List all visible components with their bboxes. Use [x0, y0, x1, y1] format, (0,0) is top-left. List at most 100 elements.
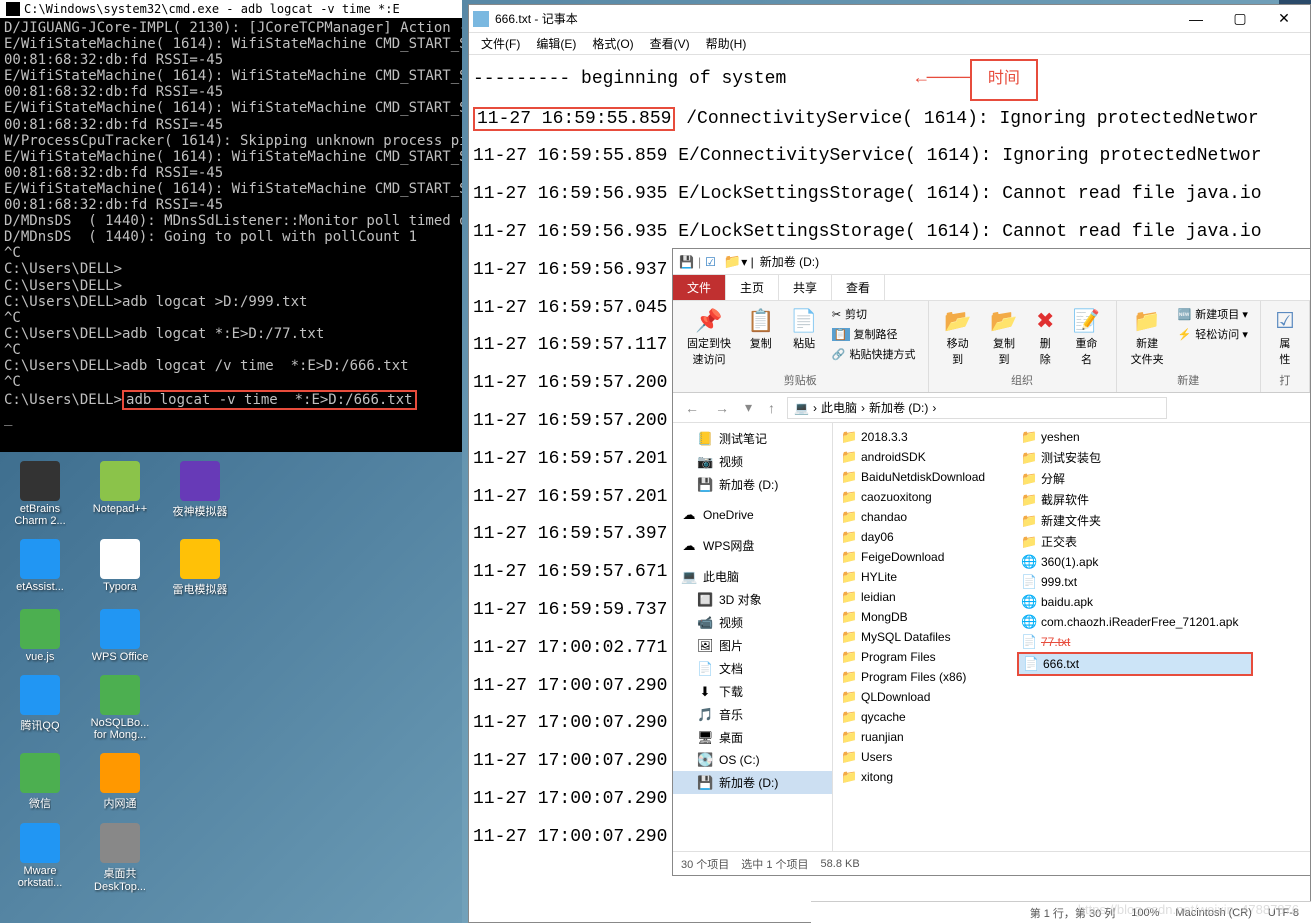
dropdown-icon[interactable]: ▾ | [741, 255, 753, 269]
desktop-icon[interactable] [164, 607, 236, 665]
cmd-window[interactable]: C:\Windows\system32\cmd.exe - adb logcat… [0, 0, 462, 452]
cmd-titlebar[interactable]: C:\Windows\system32\cmd.exe - adb logcat… [0, 0, 462, 18]
file-item[interactable]: 📁yeshen [1017, 427, 1197, 447]
newfolder-button[interactable]: 📁新建 文件夹 [1125, 305, 1170, 370]
minimize-button[interactable]: — [1174, 5, 1218, 33]
sidebar-item[interactable]: 📄文档 [673, 657, 832, 680]
sidebar-item[interactable]: 💾新加卷 (D:) [673, 771, 832, 794]
desktop-icon[interactable] [164, 751, 236, 813]
sidebar-item[interactable]: 💽OS (C:) [673, 749, 832, 771]
tab-文件[interactable]: 文件 [673, 275, 726, 300]
desktop-icon[interactable]: 雷电模拟器 [164, 537, 236, 599]
file-item[interactable]: 📁2018.3.3 [837, 427, 1017, 447]
desktop-icon[interactable]: etAssist... [4, 537, 76, 599]
desktop-icon[interactable]: 内网通 [84, 751, 156, 813]
file-item[interactable]: 📁xitong [837, 767, 1017, 787]
breadcrumb[interactable]: 💻 › 此电脑 › 新加卷 (D:) › [787, 397, 1167, 419]
menu-item[interactable]: 编辑(E) [528, 33, 584, 54]
desktop-icon[interactable]: 微信 [4, 751, 76, 813]
easyaccess-button[interactable]: ⚡轻松访问 ▾ [1174, 325, 1252, 343]
file-item[interactable]: 🌐baidu.apk [1017, 592, 1197, 612]
file-item[interactable]: 📁Program Files (x86) [837, 667, 1017, 687]
notepad-titlebar[interactable]: 666.txt - 记事本 — ▢ ✕ [469, 5, 1310, 33]
desktop-icon[interactable]: 夜神模拟器 [164, 459, 236, 529]
checkmark-icon[interactable]: ☑ [705, 255, 716, 269]
forward-button[interactable]: → [711, 400, 733, 416]
cmd-content[interactable]: D/JIGUANG-JCore-IMPL( 2130): [JCoreTCPMa… [0, 18, 462, 428]
file-item[interactable]: 📁chandao [837, 507, 1017, 527]
tab-共享[interactable]: 共享 [779, 275, 832, 300]
file-item[interactable]: 📁BaiduNetdiskDownload [837, 467, 1017, 487]
explorer-titlebar[interactable]: 💾 | ☑ 📁 ▾ | 新加卷 (D:) [673, 249, 1310, 275]
desktop-icon[interactable]: Mware orkstati... [4, 821, 76, 895]
file-item[interactable]: 📄77.txt [1017, 632, 1197, 652]
desktop-icon[interactable]: etBrains Charm 2... [4, 459, 76, 529]
delete-button[interactable]: ✖删除 [1029, 305, 1061, 370]
file-item[interactable]: 📁测试安装包 [1017, 447, 1197, 468]
rename-button[interactable]: 📝重命名 [1065, 305, 1107, 370]
properties-button[interactable]: ☑属性 [1269, 305, 1301, 370]
desktop-icon[interactable]: vue.js [4, 607, 76, 665]
explorer-window[interactable]: 💾 | ☑ 📁 ▾ | 新加卷 (D:) 文件主页共享查看 📌固定到快 速访问 … [672, 248, 1311, 876]
sidebar-item[interactable]: 📹视频 [673, 611, 832, 634]
cut-button[interactable]: ✂剪切 [828, 305, 920, 323]
desktop-icon[interactable]: 桌面共 DeskTop... [84, 821, 156, 895]
breadcrumb-item[interactable]: 此电脑 [821, 399, 857, 416]
file-item[interactable]: 🌐com.chaozh.iReaderFree_71201.apk [1017, 612, 1197, 632]
desktop-icon[interactable]: WPS Office [84, 607, 156, 665]
pin-button[interactable]: 📌固定到快 速访问 [681, 305, 737, 370]
sidebar-item[interactable]: ☁WPS网盘 [673, 534, 832, 557]
file-item[interactable]: 📁caozuoxitong [837, 487, 1017, 507]
up-button[interactable]: ↑ [764, 400, 779, 416]
maximize-button[interactable]: ▢ [1218, 5, 1262, 33]
file-item[interactable]: 📁day06 [837, 527, 1017, 547]
file-list[interactable]: 📁2018.3.3📁androidSDK📁BaiduNetdiskDownloa… [833, 423, 1310, 851]
paste-button[interactable]: 📄粘贴 [784, 305, 823, 370]
menu-item[interactable]: 格式(O) [584, 33, 641, 54]
file-item[interactable]: 📁分解 [1017, 468, 1197, 489]
file-item[interactable]: 📁qycache [837, 707, 1017, 727]
desktop-icon[interactable] [164, 673, 236, 743]
sidebar-item[interactable]: 📒测试笔记 [673, 427, 832, 450]
file-item[interactable]: 📁ruanjian [837, 727, 1017, 747]
file-item[interactable]: 🌐360(1).apk [1017, 552, 1197, 572]
file-item[interactable]: 📁截屏软件 [1017, 489, 1197, 510]
menu-item[interactable]: 查看(V) [642, 33, 698, 54]
sidebar-item[interactable]: ⬇下载 [673, 680, 832, 703]
menu-item[interactable]: 帮助(H) [698, 33, 755, 54]
desktop-icon[interactable]: 腾讯QQ [4, 673, 76, 743]
sidebar-item[interactable]: 💻此电脑 [673, 565, 832, 588]
breadcrumb-item[interactable]: 新加卷 (D:) [869, 399, 928, 416]
tab-查看[interactable]: 查看 [832, 275, 885, 300]
pasteshortcut-button[interactable]: 🔗粘贴快捷方式 [828, 345, 920, 363]
file-item[interactable]: 📁leidian [837, 587, 1017, 607]
menu-item[interactable]: 文件(F) [473, 33, 528, 54]
desktop-icon[interactable]: Typora [84, 537, 156, 599]
sidebar-item[interactable]: 🖥桌面 [673, 726, 832, 749]
file-item[interactable]: 📄999.txt [1017, 572, 1197, 592]
copy-button[interactable]: 📋复制 [741, 305, 780, 370]
desktop-icon[interactable]: Notepad++ [84, 459, 156, 529]
sidebar-item[interactable]: ☁OneDrive [673, 504, 832, 526]
sidebar-item[interactable]: 🖼图片 [673, 634, 832, 657]
sidebar-item[interactable]: 📷视频 [673, 450, 832, 473]
file-item[interactable]: 📁QLDownload [837, 687, 1017, 707]
recent-dropdown[interactable]: ▾ [741, 399, 756, 416]
back-button[interactable]: ← [681, 400, 703, 416]
file-item[interactable]: 📁FeigeDownload [837, 547, 1017, 567]
copyto-button[interactable]: 📂复制到 [983, 305, 1025, 370]
tab-主页[interactable]: 主页 [726, 275, 779, 300]
sidebar-item[interactable]: 🔲3D 对象 [673, 588, 832, 611]
file-item[interactable]: 📄666.txt [1017, 652, 1253, 676]
moveto-button[interactable]: 📂移动到 [937, 305, 979, 370]
explorer-sidebar[interactable]: 📒测试笔记📷视频💾新加卷 (D:)☁OneDrive☁WPS网盘💻此电脑🔲3D … [673, 423, 833, 851]
newitem-button[interactable]: 🆕新建项目 ▾ [1174, 305, 1252, 323]
file-item[interactable]: 📁新建文件夹 [1017, 510, 1197, 531]
desktop-icon[interactable]: NoSQLBo... for Mong... [84, 673, 156, 743]
file-item[interactable]: 📁MySQL Datafiles [837, 627, 1017, 647]
close-button[interactable]: ✕ [1262, 5, 1306, 33]
file-item[interactable]: 📁HYLite [837, 567, 1017, 587]
file-item[interactable]: 📁正交表 [1017, 531, 1197, 552]
file-item[interactable]: 📁Program Files [837, 647, 1017, 667]
sidebar-item[interactable]: 💾新加卷 (D:) [673, 473, 832, 496]
